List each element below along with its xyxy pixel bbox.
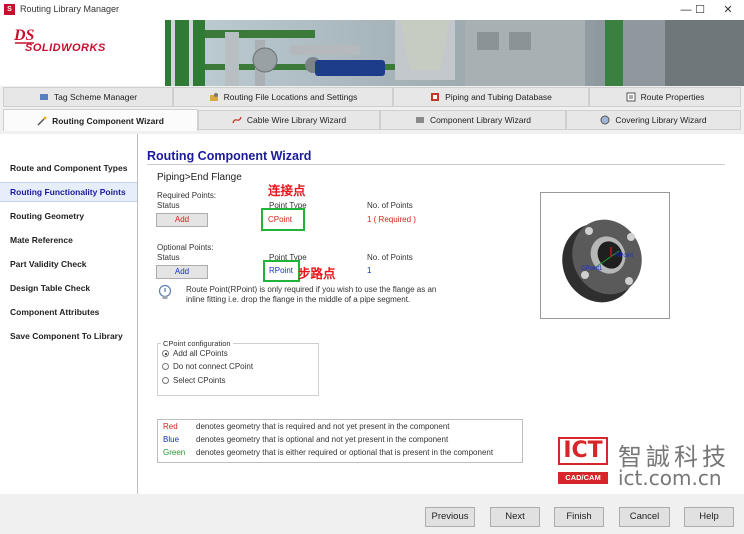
legend-green-label: Green bbox=[163, 448, 186, 457]
cable-icon bbox=[232, 115, 242, 125]
tab-label: Component Library Wizard bbox=[429, 115, 532, 125]
component-preview: CPoint1 RPoint bbox=[540, 192, 670, 319]
nav-item-component-attributes[interactable]: Component Attributes bbox=[10, 307, 99, 317]
legend-blue-text: denotes geometry that is optional and no… bbox=[196, 435, 449, 444]
database-icon bbox=[430, 92, 440, 102]
optional-point-count: 1 bbox=[367, 266, 372, 275]
tab-label: Tag Scheme Manager bbox=[53, 92, 138, 102]
app-icon: S bbox=[4, 4, 15, 15]
nav-item-routing-functionality-points[interactable]: Routing Functionality Points bbox=[10, 187, 126, 197]
radio-label-add-all: Add all CPoints bbox=[173, 349, 228, 358]
info-text-line1: Route Point(RPoint) is only required if … bbox=[186, 285, 437, 294]
nav-item-design-table-check[interactable]: Design Table Check bbox=[10, 283, 90, 293]
tab-label: Routing File Locations and Settings bbox=[223, 92, 358, 102]
title-divider bbox=[147, 164, 725, 165]
cancel-button[interactable]: Cancel bbox=[619, 507, 670, 527]
nav-item-routing-geometry[interactable]: Routing Geometry bbox=[10, 211, 84, 221]
optional-heading: Optional Points: bbox=[157, 243, 214, 252]
radio-label-do-not-connect: Do not connect CPoint bbox=[173, 362, 254, 371]
legend-blue-label: Blue bbox=[163, 435, 180, 444]
watermark-ict-logo: ICT bbox=[558, 437, 608, 465]
required-point-type: CPoint bbox=[268, 215, 293, 224]
title-bar: S Routing Library Manager — ☐ ✕ bbox=[0, 0, 744, 21]
finish-button[interactable]: Finish bbox=[554, 507, 604, 527]
nav-item-save-component[interactable]: Save Component To Library bbox=[10, 331, 123, 341]
tab-label: Routing Component Wizard bbox=[52, 115, 164, 126]
tab-label: Piping and Tubing Database bbox=[445, 92, 552, 102]
tab-route-properties[interactable]: Route Properties bbox=[589, 87, 741, 107]
required-status-header: Status bbox=[157, 201, 180, 210]
radio-do-not-connect[interactable] bbox=[162, 363, 169, 370]
legend-red-text: denotes geometry that is required and no… bbox=[196, 422, 450, 431]
radio-select-cpoints[interactable] bbox=[162, 377, 169, 384]
radio-label-select: Select CPoints bbox=[173, 376, 226, 385]
optional-status-header: Status bbox=[157, 253, 180, 262]
flange-preview-image: CPoint1 RPoint bbox=[562, 219, 642, 303]
help-button[interactable]: Help bbox=[684, 507, 734, 527]
nav-item-mate-reference[interactable]: Mate Reference bbox=[10, 235, 73, 245]
required-annotation: 连接点 bbox=[268, 183, 306, 198]
watermark-url: ict.com.cn bbox=[618, 466, 722, 490]
cpoint-configuration-title: CPoint configuration bbox=[161, 339, 233, 348]
watermark-cadcam-label: CAD/CAM bbox=[558, 472, 608, 484]
tab-tag-scheme-manager[interactable]: Tag Scheme Manager bbox=[3, 87, 173, 107]
tab-cable-wire-library-wizard[interactable]: Cable Wire Library Wizard bbox=[198, 110, 380, 130]
legend-green-text: denotes geometry that is either required… bbox=[196, 448, 494, 457]
properties-icon bbox=[626, 92, 636, 102]
preview-cpoint-label: CPoint1 bbox=[581, 266, 603, 272]
maximize-button[interactable]: ☐ bbox=[686, 0, 714, 20]
component-icon bbox=[415, 115, 425, 125]
tab-routing-file-locations[interactable]: Routing File Locations and Settings bbox=[173, 87, 393, 107]
solidworks-wordmark: SOLIDWORKS bbox=[25, 42, 106, 54]
add-optional-point-button[interactable]: Add bbox=[156, 265, 208, 279]
legend-red-label: Red bbox=[163, 422, 178, 431]
add-required-point-button[interactable]: Add bbox=[156, 213, 208, 227]
folder-settings-icon bbox=[209, 92, 219, 102]
tab-component-library-wizard[interactable]: Component Library Wizard bbox=[380, 110, 566, 130]
tab-label: Route Properties bbox=[640, 92, 705, 102]
optional-point-type: RPoint bbox=[269, 266, 294, 275]
lightbulb-icon bbox=[158, 284, 172, 299]
nav-item-route-component-types[interactable]: Route and Component Types bbox=[10, 163, 127, 173]
page-title: Routing Component Wizard bbox=[147, 149, 312, 163]
tab-covering-library-wizard[interactable]: Covering Library Wizard bbox=[566, 110, 741, 130]
radio-add-all-cpoints[interactable] bbox=[162, 350, 169, 357]
tag-icon bbox=[39, 92, 49, 102]
tab-piping-tubing-database[interactable]: Piping and Tubing Database bbox=[393, 87, 589, 107]
preview-rpoint-label: RPoint bbox=[615, 253, 633, 259]
nav-item-part-validity-check[interactable]: Part Validity Check bbox=[10, 259, 87, 269]
info-text-line2: inline fitting i.e. drop the flange in t… bbox=[186, 295, 411, 304]
wizard-icon bbox=[37, 116, 47, 126]
banner-plant-image bbox=[165, 20, 744, 86]
optional-annotation: 步路点 bbox=[298, 266, 336, 281]
required-point-count: 1 ( Required ) bbox=[367, 215, 416, 224]
next-button[interactable]: Next bbox=[490, 507, 540, 527]
covering-icon bbox=[600, 115, 610, 125]
component-type-subtitle: Piping>End Flange bbox=[157, 172, 242, 183]
window-title: Routing Library Manager bbox=[20, 4, 120, 14]
required-heading: Required Points: bbox=[157, 191, 217, 200]
optional-count-header: No. of Points bbox=[367, 253, 413, 262]
required-count-header: No. of Points bbox=[367, 201, 413, 210]
tab-label: Covering Library Wizard bbox=[615, 115, 707, 125]
tab-label: Cable Wire Library Wizard bbox=[246, 115, 347, 125]
previous-button[interactable]: Previous bbox=[425, 507, 475, 527]
tab-routing-component-wizard[interactable]: Routing Component Wizard bbox=[3, 109, 198, 131]
close-button[interactable]: ✕ bbox=[714, 0, 742, 20]
